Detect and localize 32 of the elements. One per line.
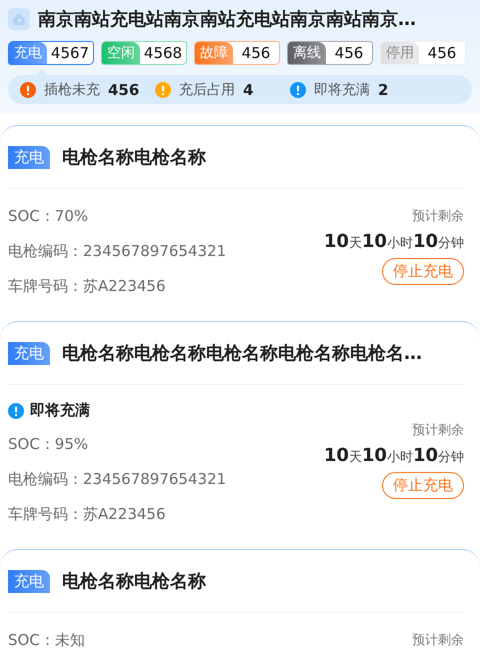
alert-count: 4 xyxy=(243,80,254,98)
remaining-time: 10天10小时10分钟 xyxy=(324,231,464,252)
info-field: SOC：70% xyxy=(8,205,226,227)
remaining-label: 预计剩余 xyxy=(412,208,464,225)
status-badge: 充电 xyxy=(8,570,50,592)
station-title: 南京南站充电站南京南站充电站南京南站南京… xyxy=(38,8,416,31)
alert-label: 充后占用 xyxy=(179,80,235,98)
alert-count: 456 xyxy=(108,80,140,98)
status-tab[interactable]: 故障 456 xyxy=(194,41,280,65)
info-field: SOC：95% xyxy=(8,433,226,455)
remaining-label: 预计剩余 xyxy=(412,632,464,649)
alert-label: 插枪未充 xyxy=(44,80,100,98)
status-badge: 充电 xyxy=(8,342,50,364)
status-tab[interactable]: 空闲 4568 xyxy=(101,41,187,65)
station-icon xyxy=(8,8,30,30)
charger-name: 电枪名称电枪名称电枪名称电枪名称电枪名… xyxy=(62,342,422,365)
remaining-time: 10天10小时10分钟 xyxy=(324,445,464,466)
status-badge: 充电 xyxy=(8,146,50,168)
status-tab[interactable]: 停用 456 xyxy=(380,41,466,65)
info-field: SOC：未知 xyxy=(8,629,85,651)
charger-name: 电枪名称电枪名称 xyxy=(62,146,206,169)
info-field: 电枪编码：234567897654321 xyxy=(8,240,226,262)
info-field: 车牌号码：苏A223456 xyxy=(8,503,226,525)
alert-count: 2 xyxy=(378,80,388,98)
info-field: 车牌号码：苏A223456 xyxy=(8,275,226,297)
status-tab[interactable]: 离线 456 xyxy=(287,41,373,65)
remaining-label: 预计剩余 xyxy=(412,422,464,439)
charger-name: 电枪名称电枪名称 xyxy=(62,570,206,593)
notice-label: 即将充满 xyxy=(30,401,90,420)
status-tab[interactable]: 充电 4567 xyxy=(8,41,94,65)
info-field: 电枪编码：234567897654321 xyxy=(8,468,226,490)
alert-label: 即将充满 xyxy=(314,80,370,98)
